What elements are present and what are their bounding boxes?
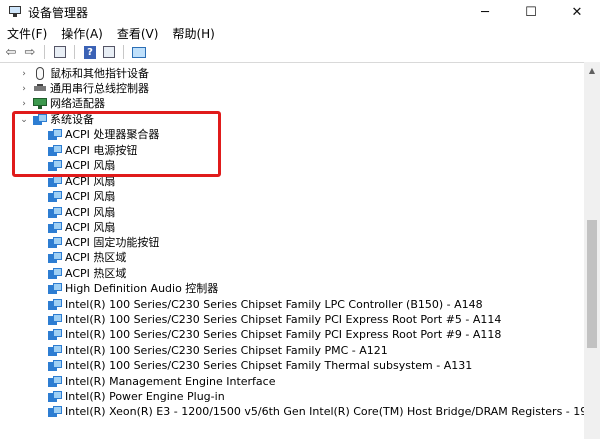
help-button[interactable]: ? xyxy=(82,44,98,60)
category-label: 鼠标和其他指针设备 xyxy=(50,67,149,80)
maximize-button[interactable]: ☐ xyxy=(508,0,554,24)
system-device-icon xyxy=(48,391,62,402)
device-label: Intel(R) 100 Series/C230 Series Chipset … xyxy=(65,359,473,372)
category-label: 网络适配器 xyxy=(50,97,105,110)
tree-category-network[interactable]: › 网络适配器 xyxy=(0,96,584,111)
system-device-icon xyxy=(48,329,62,340)
device-label: Intel(R) 100 Series/C230 Series Chipset … xyxy=(65,313,502,326)
system-device-icon xyxy=(48,191,62,202)
console-tree-icon xyxy=(103,46,115,58)
expand-arrow-icon[interactable]: › xyxy=(19,81,29,96)
menu-help[interactable]: 帮助(H) xyxy=(165,25,221,42)
system-device-icon xyxy=(48,314,62,325)
device-label: Intel(R) 100 Series/C230 Series Chipset … xyxy=(65,328,502,341)
device-manager-icon xyxy=(8,6,22,18)
tree-item-device[interactable]: Intel(R) Xeon(R) E3 - 1200/1500 v5/6th G… xyxy=(0,404,584,419)
mouse-icon xyxy=(36,67,44,80)
tree-item-device[interactable]: ACPI 热区域 xyxy=(0,266,584,281)
expand-arrow-icon[interactable]: › xyxy=(19,66,29,81)
properties-icon xyxy=(54,46,66,58)
device-label: Intel(R) 100 Series/C230 Series Chipset … xyxy=(65,344,388,357)
red-highlight-box xyxy=(12,111,221,177)
tree-item-device[interactable]: Intel(R) 100 Series/C230 Series Chipset … xyxy=(0,297,584,312)
menu-action[interactable]: 操作(A) xyxy=(54,25,110,42)
system-device-icon xyxy=(48,176,62,187)
vertical-scrollbar[interactable]: ▲ xyxy=(584,62,600,439)
system-device-icon xyxy=(48,268,62,279)
toolbar-separator xyxy=(123,45,124,59)
device-label: Intel(R) 100 Series/C230 Series Chipset … xyxy=(65,298,483,311)
tree-item-device[interactable]: ACPI 热区域 xyxy=(0,250,584,265)
category-label: 通用串行总线控制器 xyxy=(50,82,149,95)
tree-category-usb[interactable]: › 通用串行总线控制器 xyxy=(0,81,584,96)
tree-item-device[interactable]: ACPI 风扇 xyxy=(0,220,584,235)
scrollbar-thumb[interactable] xyxy=(587,220,597,348)
toolbar: ⇦ ⇨ ? xyxy=(0,42,600,62)
system-device-icon xyxy=(48,207,62,218)
tree-category-mice[interactable]: › 鼠标和其他指针设备 xyxy=(0,66,584,81)
menu-view[interactable]: 查看(V) xyxy=(110,25,166,42)
system-device-icon xyxy=(48,283,62,294)
device-label: ACPI 风扇 xyxy=(65,190,116,203)
scan-hardware-button[interactable] xyxy=(131,44,147,60)
window-title: 设备管理器 xyxy=(28,5,89,20)
device-label: ACPI 风扇 xyxy=(65,221,116,234)
forward-button[interactable]: ⇨ xyxy=(22,44,38,60)
device-label: ACPI 风扇 xyxy=(65,206,116,219)
help-icon: ? xyxy=(84,45,96,59)
tree-item-device[interactable]: High Definition Audio 控制器 xyxy=(0,281,584,296)
tree-item-device[interactable]: ACPI 风扇 xyxy=(0,205,584,220)
tree-item-device[interactable]: Intel(R) 100 Series/C230 Series Chipset … xyxy=(0,358,584,373)
system-device-icon xyxy=(48,237,62,248)
toolbar-separator xyxy=(74,45,75,59)
device-label: High Definition Audio 控制器 xyxy=(65,282,219,295)
usb-icon xyxy=(33,83,47,94)
properties-button[interactable] xyxy=(52,44,68,60)
device-label: ACPI 热区域 xyxy=(65,267,127,280)
tree-item-device[interactable]: ACPI 固定功能按钮 xyxy=(0,235,584,250)
system-device-icon xyxy=(48,222,62,233)
toolbar-separator xyxy=(44,45,45,59)
system-device-icon xyxy=(48,360,62,371)
expand-arrow-icon[interactable]: › xyxy=(19,96,29,111)
network-adapter-icon xyxy=(33,98,47,109)
system-device-icon xyxy=(48,376,62,387)
tree-item-device[interactable]: Intel(R) 100 Series/C230 Series Chipset … xyxy=(0,343,584,358)
tree-item-device[interactable]: ACPI 风扇 xyxy=(0,189,584,204)
device-label: Intel(R) Management Engine Interface xyxy=(65,375,276,388)
forward-arrow-icon: ⇨ xyxy=(24,44,36,60)
system-device-icon xyxy=(48,406,62,417)
tree-item-device[interactable]: Intel(R) Power Engine Plug-in xyxy=(0,389,584,404)
show-hide-button[interactable] xyxy=(101,44,117,60)
minimize-button[interactable]: ─ xyxy=(462,0,508,24)
system-device-icon xyxy=(48,345,62,356)
back-arrow-icon: ⇦ xyxy=(5,44,17,60)
device-label: ACPI 固定功能按钮 xyxy=(65,236,160,249)
tree-item-device[interactable]: Intel(R) 100 Series/C230 Series Chipset … xyxy=(0,327,584,342)
scroll-up-icon[interactable]: ▲ xyxy=(584,62,600,78)
monitor-icon xyxy=(132,46,146,58)
device-label: ACPI 热区域 xyxy=(65,251,127,264)
device-label: Intel(R) Xeon(R) E3 - 1200/1500 v5/6th G… xyxy=(65,405,584,418)
close-button[interactable]: ✕ xyxy=(554,0,600,24)
menu-file[interactable]: 文件(F) xyxy=(0,25,54,42)
system-device-icon xyxy=(48,299,62,310)
tree-item-device[interactable]: Intel(R) Management Engine Interface xyxy=(0,374,584,389)
system-device-icon xyxy=(48,252,62,263)
back-button[interactable]: ⇦ xyxy=(3,44,19,60)
menu-bar: 文件(F) 操作(A) 查看(V) 帮助(H) xyxy=(0,24,600,42)
title-bar: 设备管理器 ─ ☐ ✕ xyxy=(0,0,600,24)
tree-item-device[interactable]: Intel(R) 100 Series/C230 Series Chipset … xyxy=(0,312,584,327)
device-label: Intel(R) Power Engine Plug-in xyxy=(65,390,225,403)
